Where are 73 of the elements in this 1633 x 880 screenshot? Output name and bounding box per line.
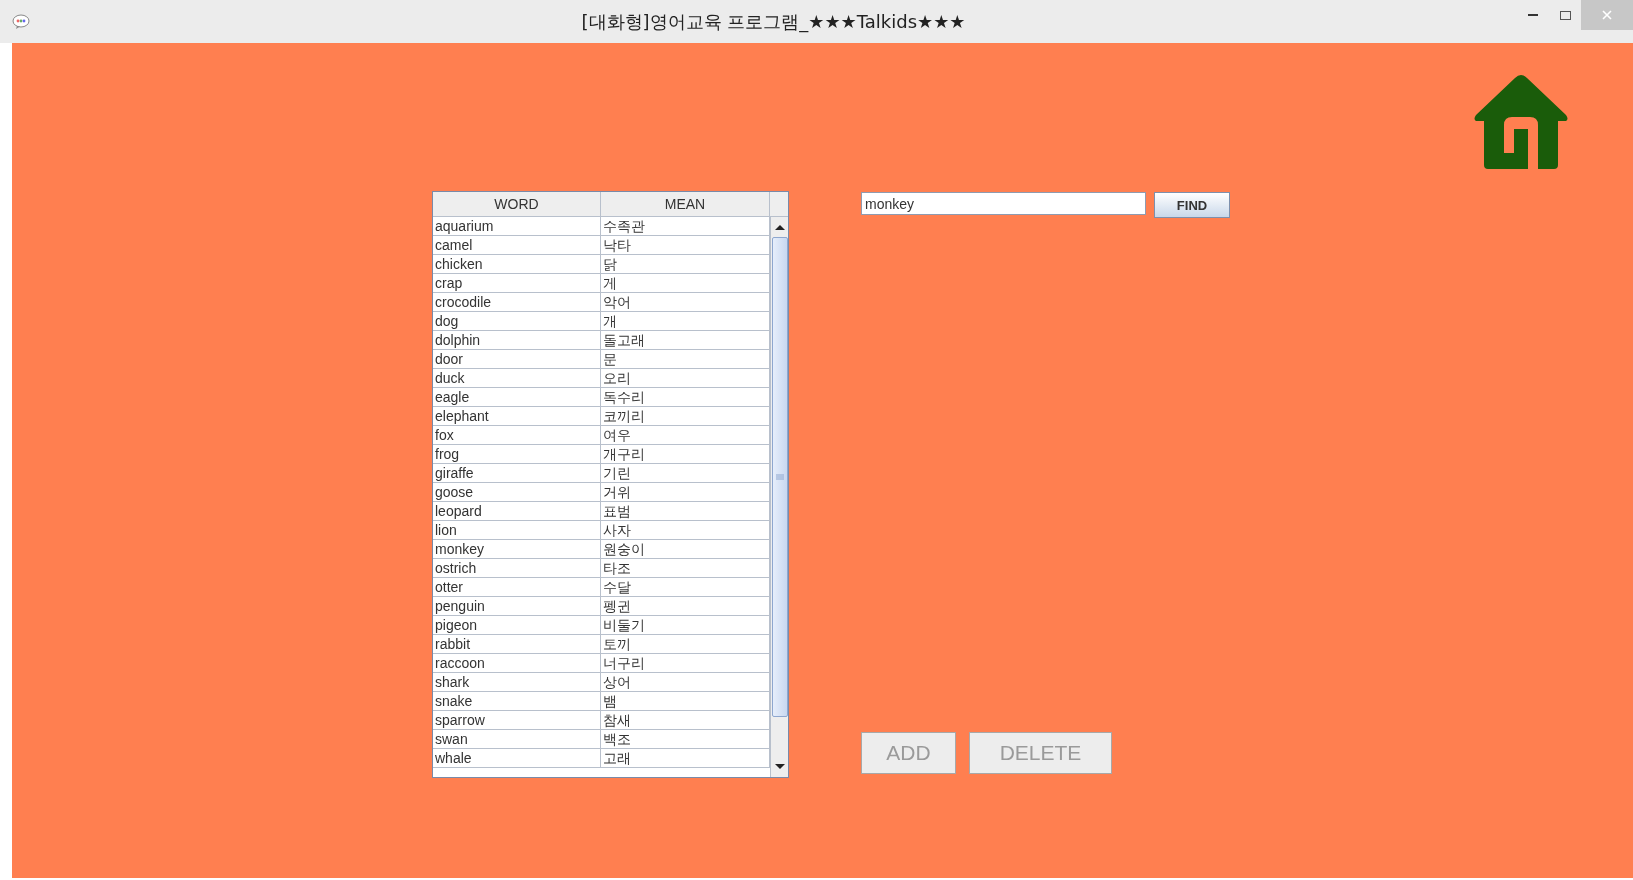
table-cell: 수달 [601,578,770,597]
find-button[interactable]: FIND [1154,192,1230,218]
table-cell: otter [433,578,601,597]
table-cell: 수족관 [601,217,770,236]
close-icon [1602,10,1612,20]
table-cell: 고래 [601,749,770,768]
table-cell: 참새 [601,711,770,730]
table-cell: 너구리 [601,654,770,673]
scroll-thumb[interactable] [771,237,788,717]
home-icon[interactable] [1472,73,1570,170]
minimize-icon [1528,13,1538,17]
table-cell: ostrich [433,559,601,578]
table-cell: 돌고래 [601,331,770,350]
table-cell: 타조 [601,559,770,578]
table-cell: 상어 [601,673,770,692]
table-cell: crap [433,274,601,293]
table-cell: pigeon [433,616,601,635]
app-icon [12,13,30,30]
table-cell: chicken [433,255,601,274]
table-cell: 닭 [601,255,770,274]
header-corner [770,192,788,217]
table-cell: 게 [601,274,770,293]
table-cell: 기린 [601,464,770,483]
table-cell: camel [433,236,601,255]
table-cell: 비둘기 [601,616,770,635]
table-cell: dog [433,312,601,331]
table-cell: 문 [601,350,770,369]
table-cell: elephant [433,407,601,426]
table-cell: 악어 [601,293,770,312]
table-cell: raccoon [433,654,601,673]
table-cell: 개구리 [601,445,770,464]
table-cell: 표범 [601,502,770,521]
table-cell: shark [433,673,601,692]
table-cell: goose [433,483,601,502]
window-title: [대화형]영어교육 프로그램_★★★Talkids★★★ [580,9,967,34]
table-cell: dolphin [433,331,601,350]
table-cell: door [433,350,601,369]
table-cell: crocodile [433,293,601,312]
table-cell: 코끼리 [601,407,770,426]
table-cell: 독수리 [601,388,770,407]
table-cell: duck [433,369,601,388]
table-cell: frog [433,445,601,464]
table-cell: whale [433,749,601,768]
scrollbar[interactable] [770,217,788,777]
table-cell: 토끼 [601,635,770,654]
table-cell: 펭귄 [601,597,770,616]
column-header[interactable]: MEAN [601,192,770,217]
table-cell: 여우 [601,426,770,445]
table-cell: 사자 [601,521,770,540]
maximize-icon [1559,10,1571,20]
table-cell: 낙타 [601,236,770,255]
table-cell: 뱀 [601,692,770,711]
table-cell: giraffe [433,464,601,483]
table-cell: 원숭이 [601,540,770,559]
table-cell: swan [433,730,601,749]
table-cell: leopard [433,502,601,521]
table-cell: 오리 [601,369,770,388]
column-header[interactable]: WORD [433,192,601,217]
table-cell: aquarium [433,217,601,236]
scroll-up-icon[interactable] [773,223,786,231]
table-cell: lion [433,521,601,540]
scroll-down-icon[interactable] [773,763,786,771]
table-cell: sparrow [433,711,601,730]
table-cell: 거위 [601,483,770,502]
table-cell: monkey [433,540,601,559]
table-cell: 백조 [601,730,770,749]
table-cell: 개 [601,312,770,331]
table-cell: eagle [433,388,601,407]
table-cell: penguin [433,597,601,616]
table-cell: rabbit [433,635,601,654]
table-cell: snake [433,692,601,711]
search-field[interactable]: monkey [861,192,1146,215]
table-cell: fox [433,426,601,445]
